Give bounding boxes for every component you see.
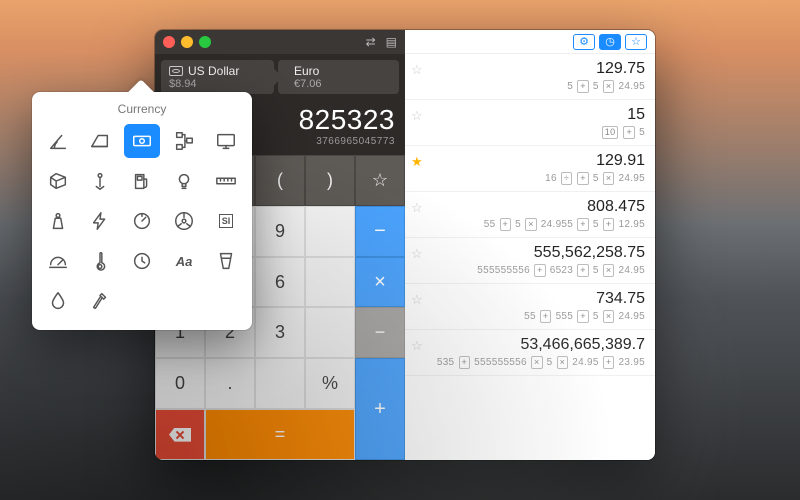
swap-icon[interactable]: ⇄ [366, 35, 376, 49]
light-icon[interactable] [166, 164, 202, 198]
key-blank5[interactable] [305, 307, 355, 358]
history-expression: 535 + 555555556 × 5 × 24.95 + 23.95 [431, 356, 645, 369]
convert-to-value: €7.06 [294, 78, 391, 90]
time-icon[interactable] [124, 244, 160, 278]
key-minus2[interactable]: − [355, 307, 405, 358]
speed-icon[interactable] [40, 244, 76, 278]
history-result: 129.75 [431, 60, 645, 78]
backspace-icon [169, 428, 191, 442]
maximize-button[interactable] [199, 36, 211, 48]
key-multiply[interactable]: × [355, 257, 405, 308]
key-blank6[interactable] [255, 358, 305, 409]
history-item[interactable]: ☆ 734.75 55 + 555 + 5 × 24.95 [405, 284, 655, 330]
history-result: 53,466,665,389.7 [431, 336, 645, 354]
convert-from-name: US Dollar [188, 64, 239, 78]
typography-icon[interactable]: Aa [166, 244, 202, 278]
notes-icon[interactable]: ▤ [386, 35, 397, 49]
length-icon[interactable] [208, 164, 244, 198]
currency-icon[interactable] [124, 124, 160, 158]
history-item[interactable]: ☆ 53,466,665,389.7 535 + 555555556 × 5 × 2… [405, 330, 655, 376]
key-9[interactable]: 9 [255, 206, 305, 257]
history-star-icon[interactable]: ☆ [411, 108, 423, 124]
key-equals[interactable]: = [205, 409, 355, 460]
currency-icon [169, 66, 183, 76]
history-star-icon[interactable]: ☆ [411, 338, 423, 354]
history-star-icon[interactable]: ☆ [411, 62, 423, 78]
key-lparen[interactable]: ( [255, 155, 305, 206]
star-outline-icon: ☆ [631, 35, 641, 48]
history-expression: 555555556 + 6523 + 5 × 24.95 [431, 264, 645, 277]
convert-to[interactable]: Euro €7.06 [278, 60, 399, 94]
area-icon[interactable] [82, 124, 118, 158]
category-popover: Currency SIAa [32, 92, 252, 330]
history-expression: 10 + 5 [431, 126, 645, 139]
history-item[interactable]: ☆ 15 10 + 5 [405, 100, 655, 146]
history-expression: 55 + 555 + 5 × 24.95 [431, 310, 645, 323]
si-icon[interactable]: SI [208, 204, 244, 238]
history-tab[interactable]: ◷ [599, 34, 621, 50]
history-result: 129.91 [431, 152, 645, 170]
history-star-icon[interactable]: ★ [411, 154, 423, 170]
energy-icon[interactable] [82, 204, 118, 238]
weight-icon[interactable] [40, 204, 76, 238]
history-item[interactable]: ☆ 129.75 5 + 5 × 24.95 [405, 54, 655, 100]
history-result: 808.475 [431, 198, 645, 216]
angle-icon[interactable] [40, 124, 76, 158]
history-toolbar: ⚙ ◷ ☆ [405, 30, 655, 54]
history-expression: 5 + 5 × 24.95 [431, 80, 645, 93]
key-blank3[interactable] [305, 206, 355, 257]
key-plus[interactable]: + [355, 358, 405, 460]
gear-icon: ⚙ [579, 35, 589, 48]
popover-title: Currency [40, 102, 244, 116]
settings-button[interactable]: ⚙ [573, 34, 595, 50]
history-item[interactable]: ★ 129.91 16 ÷ + 5 × 24.95 [405, 146, 655, 192]
key-percent[interactable]: % [305, 358, 355, 409]
cooking-icon[interactable] [208, 244, 244, 278]
temperature-icon[interactable] [82, 244, 118, 278]
fuel-icon[interactable] [124, 164, 160, 198]
key-favorite[interactable]: ☆ [355, 155, 405, 206]
history-expression: 16 ÷ + 5 × 24.95 [431, 172, 645, 185]
history-result: 734.75 [431, 290, 645, 308]
history-star-icon[interactable]: ☆ [411, 292, 423, 308]
display-icon[interactable] [208, 124, 244, 158]
key-0[interactable]: 0 [155, 358, 205, 409]
history-list: ☆ 129.75 5 + 5 × 24.95 ☆ 15 10 + 5 ★ 129.91 16 ÷… [405, 54, 655, 460]
history-pane: ⚙ ◷ ☆ ☆ 129.75 5 + 5 × 24.95 ☆ 15 10 + 5 ★ 129.… [405, 30, 655, 460]
history-item[interactable]: ☆ 808.475 55 + 5 × 24.955 + 5 + 12.95 [405, 192, 655, 238]
minimize-button[interactable] [181, 36, 193, 48]
favorites-tab[interactable]: ☆ [625, 34, 647, 50]
convert-from-value: $8.94 [169, 78, 266, 90]
radiation-icon[interactable] [166, 204, 202, 238]
clock-icon: ◷ [605, 35, 615, 48]
key-rparen[interactable]: ) [305, 155, 355, 206]
history-star-icon[interactable]: ☆ [411, 246, 423, 262]
data-icon[interactable] [166, 124, 202, 158]
convert-from[interactable]: US Dollar $8.94 [161, 60, 274, 94]
key-3[interactable]: 3 [255, 307, 305, 358]
key-6[interactable]: 6 [255, 257, 305, 308]
history-result: 555,562,258.75 [431, 244, 645, 262]
titlebar: ⇄ ▤ [155, 30, 405, 54]
history-item[interactable]: ☆ 555,562,258.75 555555556 + 6523 + 5 × 24… [405, 238, 655, 284]
key-minus[interactable]: − [355, 206, 405, 257]
depth-icon[interactable] [82, 164, 118, 198]
category-grid: SIAa [40, 124, 244, 318]
key-blank4[interactable] [305, 257, 355, 308]
key-dot[interactable]: . [205, 358, 255, 409]
tools-icon[interactable] [82, 284, 118, 318]
key-delete[interactable] [155, 409, 205, 460]
history-expression: 55 + 5 × 24.955 + 5 + 12.95 [431, 218, 645, 231]
volume-icon[interactable] [40, 164, 76, 198]
liquid-icon[interactable] [40, 284, 76, 318]
close-button[interactable] [163, 36, 175, 48]
history-star-icon[interactable]: ☆ [411, 200, 423, 216]
convert-to-name: Euro [294, 64, 391, 78]
history-result: 15 [431, 106, 645, 124]
pressure-icon[interactable] [124, 204, 160, 238]
